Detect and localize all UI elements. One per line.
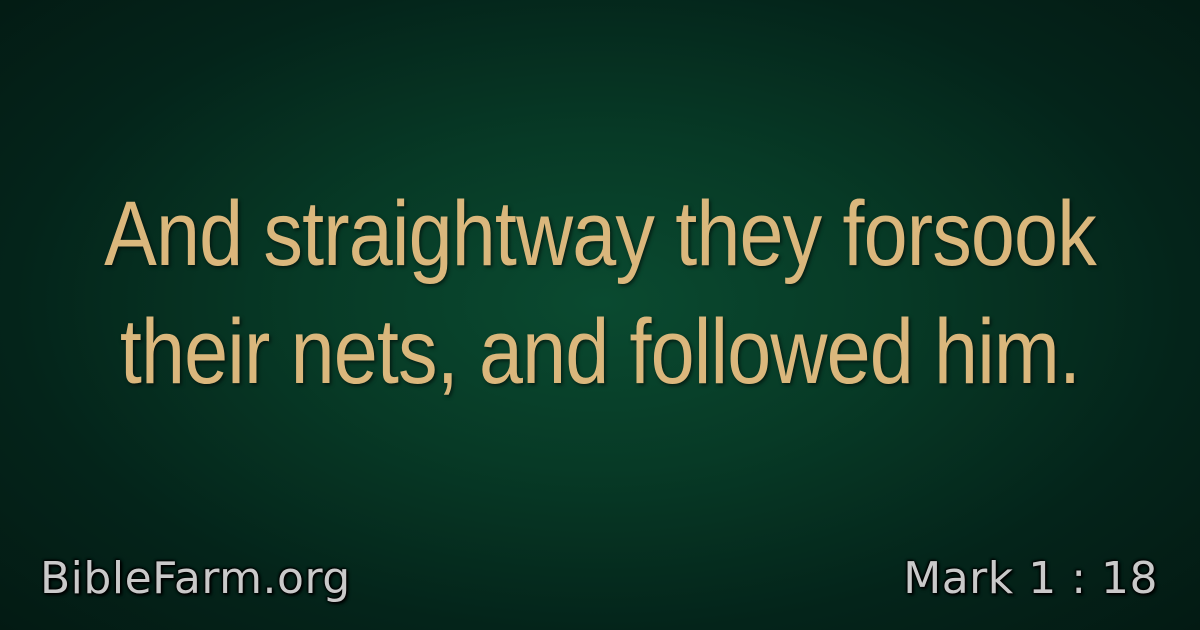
verse-line-1: And straightway they forsook <box>104 183 1097 285</box>
verse-card: { "verse": { "lines": [ "And straightway… <box>0 0 1200 630</box>
site-name: BibleFarm.org <box>40 553 351 604</box>
verse-line-2: their nets, and followed him. <box>119 301 1081 403</box>
verse-reference: Mark 1 : 18 <box>903 553 1158 604</box>
verse-text: And straightway they forsook their nets,… <box>0 175 1200 411</box>
